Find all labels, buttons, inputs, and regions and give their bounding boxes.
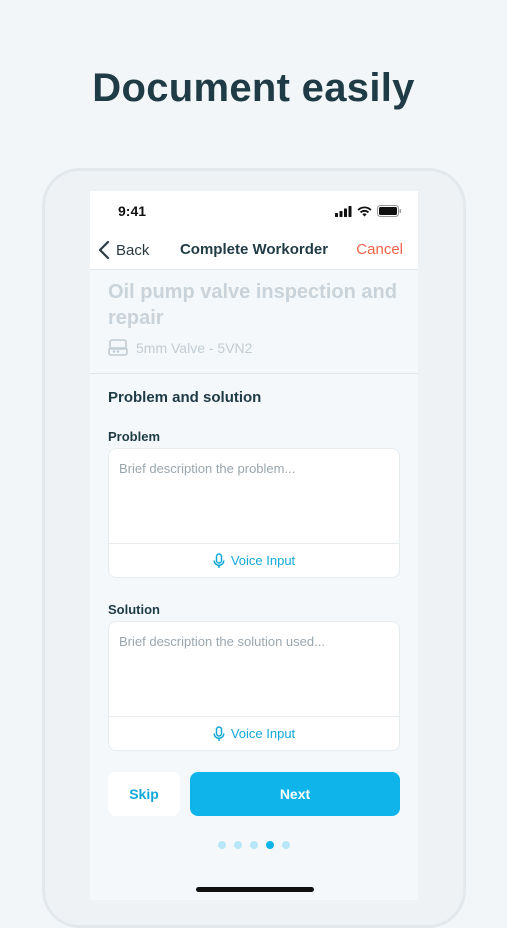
solution-label: Solution [108, 602, 160, 617]
headline: Document easily [92, 66, 415, 110]
battery-icon [377, 205, 402, 217]
cancel-button[interactable]: Cancel [356, 241, 403, 258]
pagination-dot [234, 841, 242, 849]
solution-voice-label: Voice Input [230, 726, 296, 741]
asset-info: 5mm Valve - 5VN2 [108, 339, 252, 357]
signal-icon [335, 205, 352, 217]
status-time: 9:41 [118, 203, 147, 219]
asset-label: 5mm Valve - 5VN2 [136, 340, 253, 356]
pagination-dot [218, 841, 226, 849]
section-title: Problem and solution [108, 389, 262, 406]
solution-textarea[interactable]: Brief description the solution used... V… [108, 621, 400, 751]
status-bar: 9:41 [90, 191, 418, 229]
problem-placeholder: Brief description the problem... [119, 461, 296, 476]
status-icons [335, 205, 402, 217]
next-button[interactable]: Next [190, 772, 400, 816]
solution-voice-input-button[interactable]: Voice Input [109, 716, 399, 750]
pagination-dot [250, 841, 258, 849]
phone-screen: 9:41 Back Complete Workorder Cancel Oil … [90, 191, 418, 900]
microphone-icon [213, 725, 225, 741]
problem-label: Problem [108, 429, 161, 444]
workorder-title: Oil pump valve inspection and repair [108, 281, 397, 329]
pagination-dot [282, 841, 290, 849]
problem-textarea[interactable]: Brief description the problem... Voice I… [108, 448, 400, 578]
nav-bar: Back Complete Workorder Cancel [90, 229, 418, 270]
problem-voice-input-button[interactable]: Voice Input [109, 543, 399, 577]
pagination-dot [266, 841, 274, 849]
divider [90, 373, 418, 374]
skip-button[interactable]: Skip [108, 772, 180, 816]
home-indicator [196, 887, 314, 892]
pagination-dots [90, 841, 418, 849]
machine-icon [108, 339, 128, 356]
solution-placeholder: Brief description the solution used... [119, 634, 325, 649]
problem-voice-label: Voice Input [230, 553, 296, 568]
microphone-icon [213, 552, 225, 568]
wifi-icon [357, 205, 372, 216]
